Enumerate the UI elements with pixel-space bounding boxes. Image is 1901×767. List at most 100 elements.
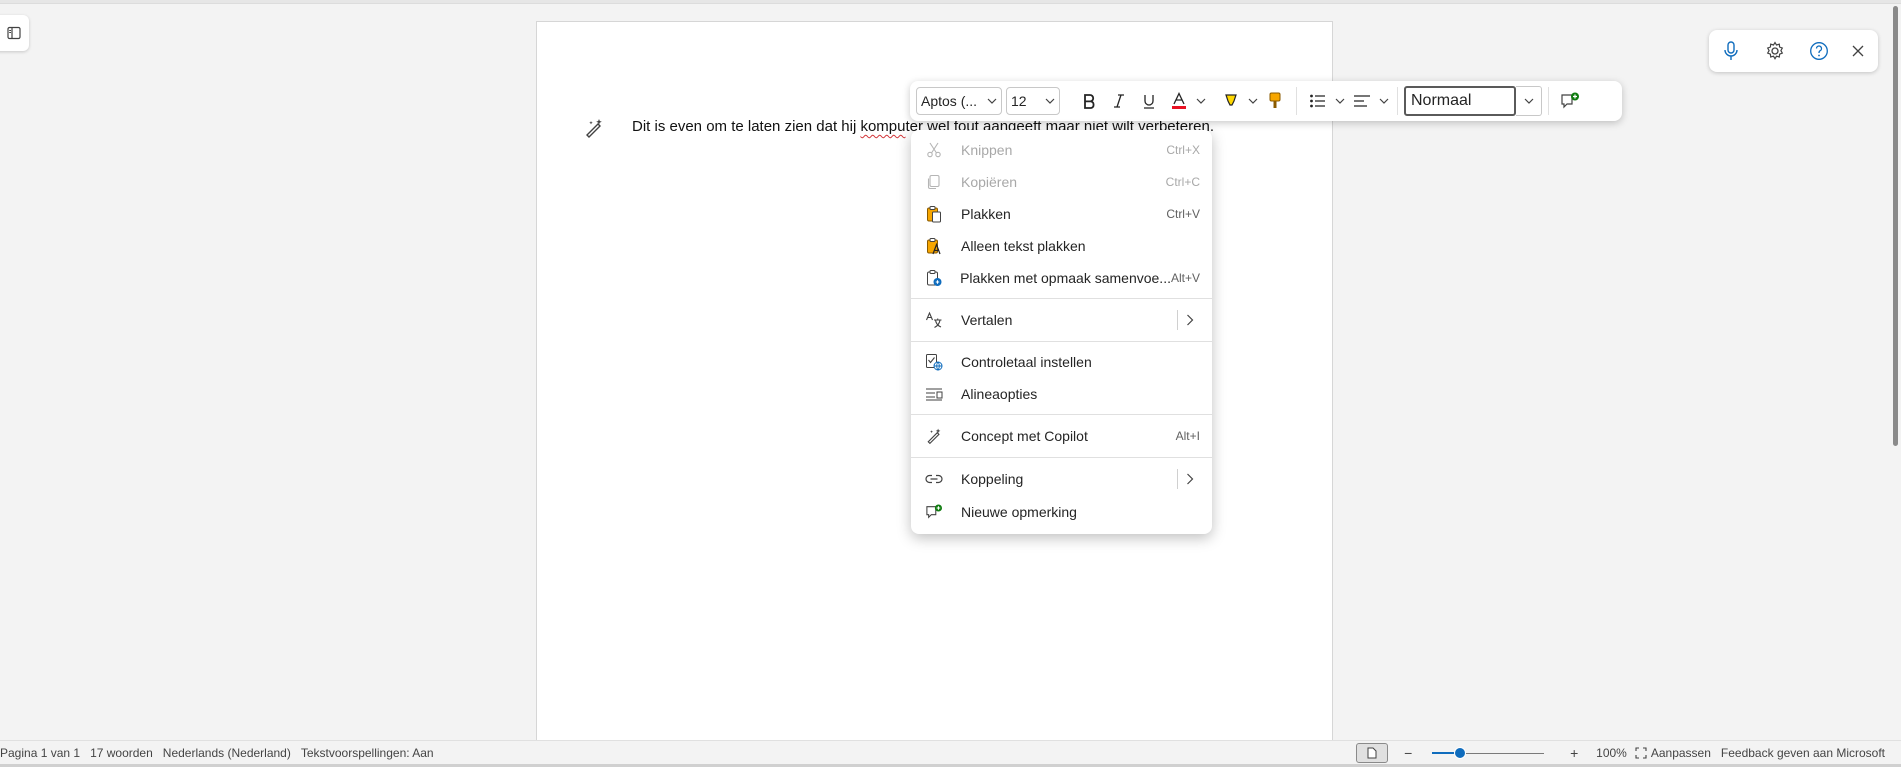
zoom-slider-thumb[interactable] <box>1454 747 1467 759</box>
menu-item-label: Controletaal instellen <box>961 354 1092 370</box>
menu-separator <box>911 457 1212 458</box>
menu-item-translate[interactable]: Vertalen <box>911 303 1212 337</box>
paragraph-text-start: Dit is even om te laten zien dat hij <box>632 118 861 135</box>
translate-icon <box>923 310 945 330</box>
language-status[interactable]: Nederlands (Nederland) <box>163 746 291 760</box>
dictation-settings-button[interactable] <box>1753 30 1797 72</box>
navigation-pane-icon <box>7 26 21 40</box>
copilot-draft-icon[interactable] <box>583 117 605 139</box>
menu-item-shortcut: Ctrl+X <box>1166 143 1200 157</box>
menu-item-paste-text-only[interactable]: Alleen tekst plakken <box>911 230 1212 262</box>
menu-item-label: Koppeling <box>961 471 1024 487</box>
menu-item-cut[interactable]: Knippen Ctrl+X <box>911 134 1212 166</box>
word-count[interactable]: 17 woorden <box>90 746 153 760</box>
font-color-dropdown[interactable] <box>1194 86 1208 116</box>
menu-item-shortcut: Alt+I <box>1175 429 1200 443</box>
chevron-down-icon <box>1335 98 1345 104</box>
new-comment-button[interactable] <box>1555 86 1585 116</box>
alignment-dropdown[interactable] <box>1377 86 1391 116</box>
vertical-scrollbar[interactable] <box>1890 0 1901 740</box>
menu-item-label: Concept met Copilot <box>961 428 1088 444</box>
italic-button[interactable] <box>1104 86 1134 116</box>
navigation-pane-button[interactable] <box>0 15 29 51</box>
font-size-value: 12 <box>1011 93 1027 109</box>
help-icon <box>1810 42 1828 60</box>
close-dictation-button[interactable] <box>1841 30 1875 72</box>
window-top-edge <box>0 0 1901 4</box>
style-field[interactable]: Normaal <box>1404 86 1516 116</box>
chevron-down-icon <box>1248 98 1258 104</box>
bulleted-list-icon <box>1310 94 1325 108</box>
menu-item-set-proofing-language[interactable]: Controletaal instellen <box>911 346 1212 378</box>
chevron-right-icon <box>1186 314 1202 326</box>
menu-item-shortcut: Ctrl+C <box>1165 175 1200 189</box>
font-color-button[interactable] <box>1164 86 1194 116</box>
dictate-button[interactable] <box>1709 30 1753 72</box>
text-predictions-status[interactable]: Tekstvoorspellingen: Aan <box>301 746 434 760</box>
fit-button[interactable]: Aanpassen <box>1651 746 1711 760</box>
menu-separator <box>911 341 1212 342</box>
chevron-down-icon <box>987 98 997 104</box>
menu-item-paste-merge-formatting[interactable]: Plakken met opmaak samenvoe... Alt+V <box>911 262 1212 294</box>
menu-item-draft-with-copilot[interactable]: Concept met Copilot Alt+I <box>911 419 1212 453</box>
print-layout-button[interactable] <box>1356 743 1389 763</box>
menu-item-label: Knippen <box>961 142 1013 158</box>
bullets-button[interactable] <box>1303 86 1333 116</box>
zoom-out-button[interactable]: − <box>1398 745 1418 761</box>
format-painter-button[interactable] <box>1260 86 1290 116</box>
zoom-level[interactable]: 100% <box>1596 746 1627 760</box>
highlight-dropdown[interactable] <box>1246 86 1260 116</box>
style-dropdown[interactable] <box>1516 86 1542 116</box>
highlight-button[interactable] <box>1216 86 1246 116</box>
menu-item-label: Alineaopties <box>961 386 1038 402</box>
underline-icon <box>1144 95 1154 109</box>
page-count[interactable]: Pagina 1 van 1 <box>0 746 80 760</box>
font-size-dropdown[interactable]: 12 <box>1006 87 1060 115</box>
font-name-dropdown[interactable]: Aptos (... <box>916 87 1002 115</box>
submenu-divider <box>1177 469 1178 489</box>
menu-item-label: Alleen tekst plakken <box>961 238 1086 254</box>
dictation-help-button[interactable] <box>1797 30 1841 72</box>
floating-format-toolbar: Aptos (... 12 Normaal <box>910 81 1622 121</box>
style-value: Normaal <box>1411 92 1472 109</box>
toolbar-divider <box>1397 87 1398 115</box>
zoom-in-button[interactable]: + <box>1564 745 1584 761</box>
copilot-draft-icon <box>923 426 945 446</box>
gear-icon <box>1766 41 1784 60</box>
menu-item-paragraph-options[interactable]: Alineaopties <box>911 378 1212 410</box>
highlighter-icon <box>1225 94 1237 106</box>
menu-item-shortcut: Alt+V <box>1170 271 1200 285</box>
menu-item-copy[interactable]: Kopiëren Ctrl+C <box>911 166 1212 198</box>
chevron-right-icon <box>1186 473 1202 485</box>
paste-merge-icon <box>923 268 944 288</box>
menu-item-link[interactable]: Koppeling <box>911 462 1212 496</box>
alignment-button[interactable] <box>1347 86 1377 116</box>
toolbar-divider <box>1296 87 1297 115</box>
dictation-toolbar <box>1709 30 1878 72</box>
menu-item-label: Plakken <box>961 206 1011 222</box>
underline-button[interactable] <box>1134 86 1164 116</box>
link-icon <box>923 469 945 489</box>
feedback-link[interactable]: Feedback geven aan Microsoft <box>1721 746 1885 760</box>
new-comment-icon <box>923 502 945 522</box>
align-left-icon <box>1354 95 1370 107</box>
paste-text-only-icon <box>923 236 945 256</box>
menu-item-new-comment[interactable]: Nieuwe opmerking <box>911 496 1212 528</box>
font-color-icon <box>1172 92 1186 109</box>
menu-item-paste[interactable]: Plakken Ctrl+V <box>911 198 1212 230</box>
bold-button[interactable] <box>1074 86 1104 116</box>
font-name-value: Aptos (... <box>921 93 978 109</box>
scrollbar-thumb[interactable] <box>1893 6 1898 446</box>
new-comment-icon <box>1561 92 1579 109</box>
misspelled-word[interactable]: kompu <box>860 118 905 135</box>
chevron-down-icon <box>1196 98 1206 104</box>
fit-icon <box>1635 747 1647 759</box>
zoom-slider[interactable] <box>1432 746 1545 760</box>
toolbar-divider <box>1548 87 1549 115</box>
menu-item-label: Nieuwe opmerking <box>961 504 1077 520</box>
scissors-icon <box>923 140 945 160</box>
status-bar: Pagina 1 van 1 17 woorden Nederlands (Ne… <box>0 740 1901 765</box>
close-icon <box>1852 45 1864 57</box>
menu-item-label: Kopiëren <box>961 174 1018 190</box>
bullets-dropdown[interactable] <box>1333 86 1347 116</box>
